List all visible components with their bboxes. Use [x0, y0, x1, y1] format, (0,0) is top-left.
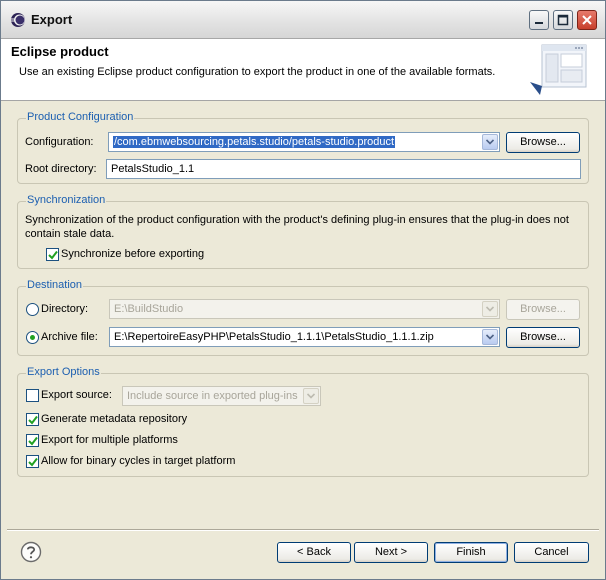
root-directory-label: Root directory: [25, 163, 97, 175]
help-icon[interactable] [20, 541, 42, 563]
next-button[interactable]: Next > [354, 542, 428, 563]
checkmark-icon [48, 250, 58, 260]
directory-label[interactable]: Directory: [41, 303, 88, 315]
directory-value: E:\BuildStudio [114, 303, 184, 315]
export-options-group: Export Options Export source: Include so… [17, 366, 589, 477]
archive-file-label[interactable]: Archive file: [41, 331, 98, 343]
chevron-down-icon [486, 334, 494, 340]
destination-title: Destination [26, 279, 84, 291]
synchronization-title: Synchronization [26, 194, 107, 206]
synchronize-checkbox[interactable] [46, 248, 59, 261]
close-button[interactable] [577, 10, 597, 30]
page-title: Eclipse product [11, 44, 109, 59]
multi-platform-label[interactable]: Export for multiple platforms [41, 434, 178, 446]
checkmark-icon [28, 457, 38, 467]
directory-browse-button[interactable]: Browse... [506, 299, 580, 320]
synchronization-description-line1: Synchronization of the product configura… [25, 214, 569, 226]
export-source-label[interactable]: Export source: [41, 389, 112, 401]
configuration-browse-button[interactable]: Browse... [506, 132, 580, 153]
synchronization-description-line2: contain stale data. [25, 228, 115, 240]
checkmark-icon [28, 436, 38, 446]
minimize-icon [535, 22, 543, 24]
back-button[interactable]: < Back [277, 542, 351, 563]
binary-cycles-label[interactable]: Allow for binary cycles in target platfo… [41, 455, 235, 467]
archive-browse-button[interactable]: Browse... [506, 327, 580, 348]
product-configuration-group: Product Configuration Configuration: /co… [17, 111, 589, 184]
checkmark-icon [28, 415, 38, 425]
export-source-value: Include source in exported plug-ins [127, 390, 298, 402]
configuration-dropdown-button[interactable] [482, 134, 498, 150]
metadata-checkbox[interactable] [26, 413, 39, 426]
synchronize-label[interactable]: Synchronize before exporting [61, 248, 204, 260]
cancel-button[interactable]: Cancel [514, 542, 589, 563]
window-title: Export [31, 12, 73, 27]
minimize-button[interactable] [529, 10, 549, 30]
export-source-checkbox[interactable] [26, 389, 39, 402]
footer-separator [7, 529, 599, 531]
root-directory-input[interactable]: PetalsStudio_1.1 [106, 159, 581, 179]
multi-platform-checkbox[interactable] [26, 434, 39, 447]
chevron-down-icon [486, 139, 494, 145]
destination-group: Destination Directory: E:\BuildStudio Br… [17, 279, 589, 356]
directory-radio[interactable] [26, 303, 39, 316]
page-description: Use an existing Eclipse product configur… [19, 66, 496, 78]
directory-dropdown-button[interactable] [482, 301, 498, 317]
archive-file-radio[interactable] [26, 331, 39, 344]
close-icon [582, 15, 592, 25]
export-dialog: Export Eclipse product Use an existing E… [0, 0, 606, 580]
chevron-down-icon [307, 393, 315, 399]
maximize-icon [557, 14, 569, 26]
synchronization-group: Synchronization Synchronization of the p… [17, 194, 589, 269]
archive-file-value: E:\RepertoireEasyPHP\PetalsStudio_1.1.1\… [114, 331, 434, 343]
metadata-label[interactable]: Generate metadata repository [41, 413, 187, 425]
finish-button[interactable]: Finish [434, 542, 508, 563]
product-configuration-title: Product Configuration [26, 111, 135, 123]
configuration-value: /com.ebmwebsourcing.petals.studio/petals… [113, 136, 396, 148]
export-source-dropdown-button[interactable] [303, 388, 319, 404]
configuration-label: Configuration: [25, 136, 94, 148]
eclipse-icon [11, 13, 25, 27]
header-banner: Eclipse product Use an existing Eclipse … [1, 39, 605, 101]
maximize-button[interactable] [553, 10, 573, 30]
chevron-down-icon [486, 306, 494, 312]
binary-cycles-checkbox[interactable] [26, 455, 39, 468]
export-options-title: Export Options [26, 366, 101, 378]
directory-combo[interactable]: E:\BuildStudio [109, 299, 500, 319]
export-wizard-icon [530, 44, 587, 95]
title-bar[interactable]: Export [1, 1, 605, 39]
archive-file-combo[interactable]: E:\RepertoireEasyPHP\PetalsStudio_1.1.1\… [109, 327, 500, 347]
archive-file-dropdown-button[interactable] [482, 329, 498, 345]
configuration-combo[interactable]: /com.ebmwebsourcing.petals.studio/petals… [108, 132, 500, 152]
export-source-select[interactable]: Include source in exported plug-ins [122, 386, 321, 406]
